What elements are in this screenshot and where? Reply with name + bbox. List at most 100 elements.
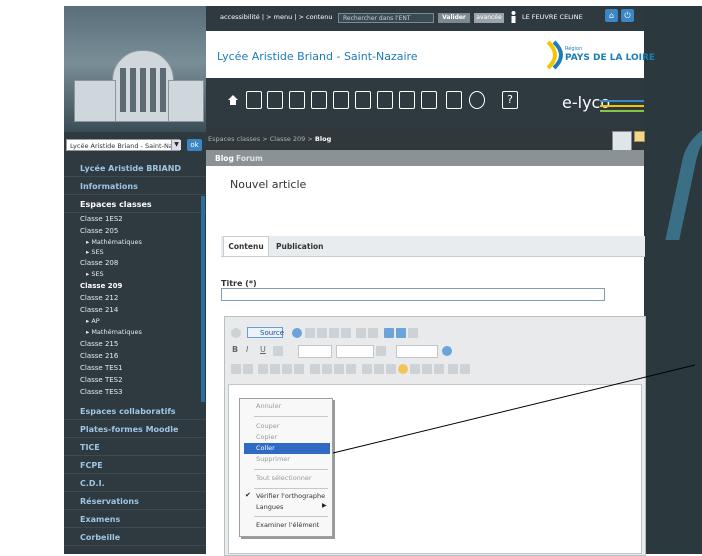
replace-icon[interactable] (396, 328, 406, 338)
nav-cdi[interactable]: C.D.I. (64, 475, 206, 492)
special-char-icon[interactable] (398, 364, 408, 374)
help-icon[interactable]: ? (502, 91, 518, 109)
ok-button[interactable]: ok (187, 139, 202, 151)
title-input[interactable] (221, 288, 605, 301)
bold-button[interactable]: B (232, 345, 238, 354)
unlink-icon[interactable] (322, 364, 332, 374)
menu-item-coller[interactable]: Coller (244, 443, 330, 454)
power-icon[interactable]: ⏻ (621, 9, 634, 22)
home-nav-icon[interactable] (227, 94, 239, 106)
nav-espaces-classes[interactable]: Espaces classes (64, 196, 206, 213)
sidebar-item-classe-214[interactable]: Classe 214 (64, 305, 202, 316)
documents-icon[interactable] (267, 91, 283, 109)
calendar-icon[interactable] (289, 91, 305, 109)
user-name[interactable]: LE FEUVRE CELINE (522, 13, 583, 21)
flash-icon[interactable] (346, 364, 356, 374)
iframe-icon[interactable] (422, 364, 432, 374)
copy-icon[interactable] (329, 328, 339, 338)
advanced-search-button[interactable]: avancée (474, 13, 504, 23)
nav-lycee[interactable]: Lycée Aristide BRIAND (64, 160, 206, 177)
sidebar-item-classe-208[interactable]: Classe 208 (64, 258, 202, 269)
redo-icon[interactable] (368, 328, 378, 338)
resources-icon[interactable] (399, 91, 415, 109)
align-right-icon[interactable] (282, 364, 292, 374)
grades-icon[interactable] (311, 91, 327, 109)
menu-item-annuler[interactable]: Annuler (244, 401, 330, 412)
anchor-icon[interactable] (408, 328, 418, 338)
undo-icon[interactable] (356, 328, 366, 338)
sidebar-item-classe-205[interactable]: Classe 205 (64, 226, 202, 237)
underline-button[interactable]: U (260, 345, 266, 354)
menu-item-examiner-element[interactable]: Examiner l'élément (244, 520, 330, 531)
numbered-list-icon[interactable] (231, 364, 241, 374)
link-icon[interactable] (310, 364, 320, 374)
sidebar-scrollbar-thumb[interactable] (201, 196, 205, 402)
newspaper-icon[interactable] (377, 91, 393, 109)
preview-icon[interactable] (292, 328, 302, 338)
template-icon[interactable] (305, 328, 315, 338)
menu-item-tout-selectionner[interactable]: Tout sélectionner (244, 473, 330, 484)
menu-item-copier[interactable]: Copier (244, 432, 330, 443)
nav-reservations[interactable]: Réservations (64, 493, 206, 510)
academie-nantes-icon[interactable] (469, 91, 485, 109)
sidebar-item-classe-215[interactable]: Classe 215 (64, 339, 202, 350)
search-submit-button[interactable]: Valider (438, 13, 470, 23)
search-input[interactable]: Rechercher dans l'ENT (338, 13, 434, 23)
justify-icon[interactable] (294, 364, 304, 374)
font-size-select[interactable] (396, 345, 438, 358)
tools-icon[interactable] (612, 131, 632, 151)
window-icon[interactable] (634, 131, 645, 142)
about-icon[interactable] (460, 364, 470, 374)
sidebar-item-classe-212[interactable]: Classe 212 (64, 293, 202, 304)
nav-espaces-collaboratifs[interactable]: Espaces collaboratifs (64, 403, 206, 420)
home-icon[interactable]: ⌂ (605, 9, 618, 22)
tab-contenu[interactable]: Contenu (223, 236, 269, 256)
maximize-icon[interactable] (434, 364, 444, 374)
bullet-list-icon[interactable] (243, 364, 253, 374)
remove-format-icon[interactable] (442, 346, 452, 356)
menu-item-verifier-orthographe[interactable]: Vérifier l'orthographe (244, 491, 330, 502)
hr-icon[interactable] (374, 364, 384, 374)
sidebar-subitem-ses-208[interactable]: ▸ SES (64, 269, 202, 280)
chevron-down-icon[interactable]: ▼ (171, 140, 181, 150)
format-select[interactable] (336, 345, 374, 358)
menu-item-supprimer[interactable]: Supprimer (244, 454, 330, 465)
schedule-icon[interactable] (421, 91, 437, 109)
nav-examens[interactable]: Examens (64, 511, 206, 528)
format-icon[interactable] (376, 346, 386, 356)
sidebar-subitem-ses-205[interactable]: ▸ SES (64, 247, 202, 258)
nav-tice[interactable]: TICE (64, 439, 206, 456)
align-center-icon[interactable] (270, 364, 280, 374)
table-icon[interactable] (362, 364, 372, 374)
menu-item-couper[interactable]: Couper (244, 421, 330, 432)
align-left-icon[interactable] (258, 364, 268, 374)
nav-moodle[interactable]: Plates-formes Moodle (64, 421, 206, 438)
school-select[interactable]: Lycée Aristide Briand - Saint-Naz (66, 139, 180, 151)
sidebar-item-classe-1es2[interactable]: Classe 1ES2 (64, 214, 202, 225)
smiley-icon[interactable] (386, 364, 396, 374)
date-icon[interactable] (446, 91, 462, 109)
nav-corbeille[interactable]: Corbeille (64, 529, 206, 546)
breadcrumb-item[interactable]: Espaces classes (208, 135, 260, 143)
find-icon[interactable] (384, 328, 394, 338)
page-break-icon[interactable] (410, 364, 420, 374)
breadcrumb-item[interactable]: Classe 209 (270, 135, 306, 143)
accessibility-links[interactable]: accessibilité | > menu | > contenu (220, 13, 333, 21)
show-blocks-icon[interactable] (448, 364, 458, 374)
style-select[interactable] (298, 345, 332, 358)
sidebar-item-classe-tes1[interactable]: Classe TES1 (64, 363, 202, 374)
tab-forum[interactable]: Forum (236, 154, 263, 163)
help-icon[interactable] (231, 328, 241, 338)
messaging-icon[interactable] (246, 91, 262, 109)
school-name[interactable]: Lycée Aristide Briand - Saint-Nazaire (217, 50, 418, 63)
tab-blog[interactable]: Blog (215, 154, 234, 163)
nav-informations[interactable]: Informations (64, 178, 206, 195)
source-button[interactable]: Source (247, 327, 284, 338)
sidebar-item-classe-216[interactable]: Classe 216 (64, 351, 202, 362)
tab-publication[interactable]: Publication (276, 242, 324, 251)
textbook-icon[interactable] (355, 91, 371, 109)
agenda-icon[interactable] (333, 91, 349, 109)
italic-button[interactable]: I (246, 345, 248, 354)
text-color-icon[interactable] (273, 346, 283, 356)
paste-icon[interactable] (341, 328, 351, 338)
